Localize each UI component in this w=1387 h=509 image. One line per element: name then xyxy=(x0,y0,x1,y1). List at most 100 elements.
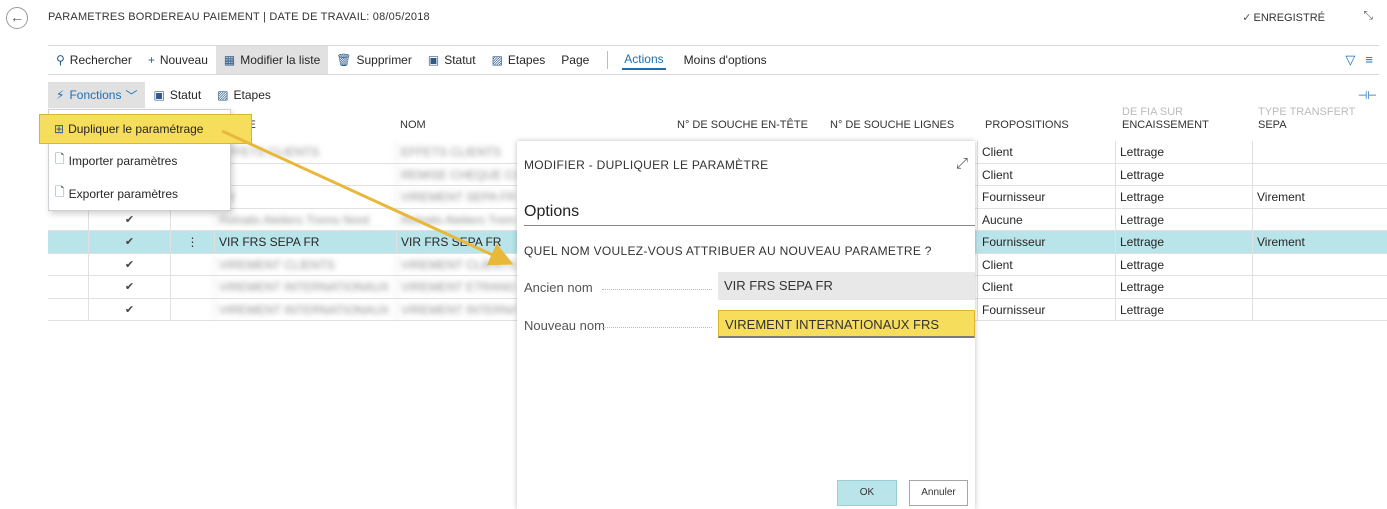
edit-list-icon: ▦ xyxy=(223,53,236,67)
cell-encaissement: Lettrage xyxy=(1115,163,1252,185)
steps-label: Etapes xyxy=(507,53,546,67)
pin-icon[interactable]: ⊣⊢ xyxy=(1358,89,1379,102)
fewer-options-button[interactable]: Moins d'options xyxy=(676,46,775,74)
cell-proposition: Client xyxy=(977,253,1115,275)
cell-code: Retraits Ateliers Trems Nord xyxy=(214,208,396,230)
saved-status: ✓ ENREGISTRÉ xyxy=(1242,11,1325,24)
status-button[interactable]: ▣ Statut xyxy=(420,46,484,74)
menu-item-duplicate[interactable]: ⊞ Dupliquer le paramétrage xyxy=(39,114,252,144)
enabled-checkbox[interactable]: ✔ xyxy=(88,298,170,320)
options-section-title: Options xyxy=(524,203,580,220)
duplicate-icon: ⊞ xyxy=(54,122,65,136)
cell-proposition: Client xyxy=(977,276,1115,298)
cell-code: VIREMENT INTERNATIONAUX xyxy=(214,276,396,298)
steps-icon: ▨ xyxy=(217,88,229,102)
duplicate-dialog: MODIFIER - DUPLIQUER LE PARAMÈTRE ⤢ Opti… xyxy=(517,141,975,509)
import-file-icon: 🗋 xyxy=(55,152,65,166)
section-divider xyxy=(524,225,975,226)
col-transfert[interactable]: SEPA xyxy=(1258,119,1287,132)
cell-transfert: Virement xyxy=(1252,231,1387,253)
cell-transfert xyxy=(1252,276,1387,298)
col-nom[interactable]: NOM xyxy=(400,119,426,132)
new-button[interactable]: + Nouveau xyxy=(140,46,216,74)
expand-icon[interactable]: ⤢ xyxy=(956,155,968,172)
cell-nom: VIREMENT INTERNATIONAUX xyxy=(396,298,516,320)
col-souche-lignes[interactable]: N° DE SOUCHE LIGNES xyxy=(830,119,954,132)
cell-code: SV xyxy=(214,186,396,208)
enabled-checkbox[interactable]: ✔ xyxy=(88,231,170,253)
status-icon: ▣ xyxy=(427,53,440,67)
delete-button[interactable]: 🗑 Supprimer xyxy=(328,46,420,74)
menu-item-import[interactable]: 🗋 Importer paramètres xyxy=(49,144,230,177)
cell-encaissement: Lettrage xyxy=(1115,208,1252,230)
cell-encaissement: Lettrage xyxy=(1115,298,1252,320)
cell-proposition: Fournisseur xyxy=(977,231,1115,253)
edit-list-button[interactable]: ▦ Modifier la liste xyxy=(215,46,329,74)
sub-action-bar: ⚡ Fonctions ﹀ ▣ Statut ▨ Etapes ⊣⊢ xyxy=(48,82,1379,108)
lightning-icon: ⚡ xyxy=(56,88,65,102)
cell-encaissement: Lettrage xyxy=(1115,141,1252,163)
trash-icon: 🗑 xyxy=(336,53,352,67)
back-arrow-icon[interactable]: ← xyxy=(6,7,28,29)
new-name-input[interactable]: VIREMENT INTERNATIONAUX FRS xyxy=(718,310,975,338)
steps-button-2[interactable]: ▨ Etapes xyxy=(209,82,279,108)
col-souche-entete[interactable]: N° DE SOUCHE EN-TÊTE xyxy=(677,119,808,132)
status-button-2[interactable]: ▣ Statut xyxy=(145,82,209,108)
col-encaissement-top: DE FIA SUR xyxy=(1122,106,1184,118)
status-label-2: Statut xyxy=(169,88,202,102)
menu-item-export[interactable]: 🗋 Exporter paramètres xyxy=(49,177,230,210)
cancel-button[interactable]: Annuler xyxy=(909,480,968,506)
cell-encaissement: Lettrage xyxy=(1115,186,1252,208)
old-name-label: Ancien nom xyxy=(524,280,593,295)
cell-transfert: Virement xyxy=(1252,186,1387,208)
cell-transfert xyxy=(1252,208,1387,230)
cell-transfert xyxy=(1252,298,1387,320)
steps-icon: ▨ xyxy=(491,53,503,67)
cell-nom: REMISE CHEQUE CLIENTS xyxy=(396,163,516,185)
enabled-checkbox[interactable]: ✔ xyxy=(88,253,170,275)
dialog-question: QUEL NOM VOULEZ-VOUS ATTRIBUER AU NOUVEA… xyxy=(524,244,932,258)
list-view-icon[interactable]: ≡ xyxy=(1365,52,1373,68)
cell-transfert xyxy=(1252,141,1387,163)
steps-button[interactable]: ▨ Etapes xyxy=(484,46,554,74)
delete-label: Supprimer xyxy=(356,53,412,67)
cell-encaissement: Lettrage xyxy=(1115,276,1252,298)
cell-proposition: Fournisseur xyxy=(977,186,1115,208)
menu-item-label: Importer paramètres xyxy=(68,153,178,168)
cell-proposition: Aucune xyxy=(977,208,1115,230)
enabled-checkbox[interactable]: ✔ xyxy=(88,208,170,230)
cell-nom: VIREMENT SEPA FRS xyxy=(396,186,516,208)
menu-item-label: Dupliquer le paramétrage xyxy=(68,122,204,136)
cell-code: VIREMENT CLIENTS xyxy=(214,253,396,275)
cell-transfert xyxy=(1252,253,1387,275)
functions-menu-button[interactable]: ⚡ Fonctions ﹀ xyxy=(48,82,146,108)
cell-nom: Retraits Ateliers Trems Nord xyxy=(396,208,516,230)
leader-dots xyxy=(602,327,712,328)
edit-list-label: Modifier la liste xyxy=(240,53,321,67)
toolbar-right: ▽ ≡ xyxy=(1345,52,1379,68)
cell-nom: EFFETS CLIENTS xyxy=(396,141,516,163)
functions-dropdown: ⊞ Dupliquer le paramétrage 🗋 Importer para… xyxy=(39,109,252,211)
collapse-icon[interactable]: ⤡ xyxy=(1363,8,1373,23)
plus-icon: + xyxy=(147,53,155,67)
row-menu-icon[interactable]: ⋮ xyxy=(170,231,214,253)
checkmark-icon: ✓ xyxy=(1242,12,1252,24)
search-icon: ⚲ xyxy=(56,53,65,67)
col-propositions[interactable]: PROPOSITIONS xyxy=(985,119,1069,132)
row-handle xyxy=(170,298,214,320)
ok-button[interactable]: OK xyxy=(837,480,897,506)
col-encaissement[interactable]: ENCAISSEMENT xyxy=(1122,119,1209,132)
cell-encaissement: Lettrage xyxy=(1115,253,1252,275)
menu-item-label: Exporter paramètres xyxy=(68,186,179,201)
search-label: Rechercher xyxy=(69,53,132,67)
new-label: Nouveau xyxy=(159,53,208,67)
functions-label: Fonctions xyxy=(69,88,122,102)
enabled-checkbox[interactable]: ✔ xyxy=(88,276,170,298)
actions-tab[interactable]: Actions xyxy=(622,50,666,70)
export-file-icon: 🗋 xyxy=(55,185,65,199)
page-menu[interactable]: Page xyxy=(553,46,597,74)
row-handle xyxy=(170,276,214,298)
filter-icon[interactable]: ▽ xyxy=(1345,52,1355,68)
cell-proposition: Fournisseur xyxy=(977,298,1115,320)
search-button[interactable]: ⚲ Rechercher xyxy=(48,46,140,74)
